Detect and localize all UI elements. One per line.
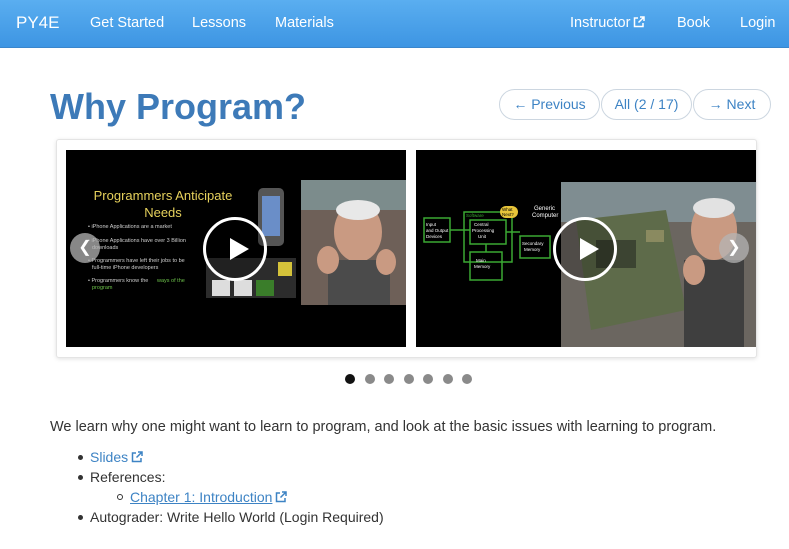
brand-link[interactable]: PY4E: [16, 13, 59, 33]
carousel-dot[interactable]: [462, 374, 472, 384]
carousel-dot[interactable]: [364, 374, 375, 384]
references-label: References:: [90, 469, 166, 485]
nav-book[interactable]: Book: [677, 15, 710, 31]
previous-button[interactable]: ← Previous: [499, 89, 600, 120]
external-link-icon: [276, 491, 288, 503]
bullet: [78, 455, 83, 460]
carousel-dot[interactable]: [442, 374, 453, 384]
slide-1-title-line2: Needs: [144, 205, 182, 220]
video-slide-1[interactable]: Programmers Anticipate Needs • iPhone Ap…: [66, 150, 406, 347]
diagram-software: Software: [466, 213, 484, 218]
nav-get-started[interactable]: Get Started: [90, 15, 164, 31]
slide-1-title-line1: Programmers Anticipate: [94, 188, 233, 203]
svg-text:Memory: Memory: [524, 247, 541, 252]
all-lessons-button[interactable]: All (2 / 17): [601, 89, 692, 120]
svg-text:program: program: [92, 285, 113, 291]
top-navbar: PY4E Get Started Lessons Materials Instr…: [0, 0, 789, 48]
nav-instructor[interactable]: Instructor: [570, 15, 646, 31]
bullet: [78, 475, 83, 480]
svg-text:Unit: Unit: [478, 234, 487, 239]
carousel-prev-arrow[interactable]: ❮: [70, 233, 100, 263]
carousel-pagination: [345, 371, 482, 384]
nav-lessons[interactable]: Lessons: [192, 15, 246, 31]
slides-link[interactable]: Slides: [90, 449, 143, 465]
nav-materials[interactable]: Materials: [275, 15, 334, 31]
external-link-icon: [131, 451, 143, 463]
nav-instructor-label: Instructor: [570, 15, 631, 31]
diagram-main-memory: Main: [476, 258, 486, 263]
play-icon[interactable]: [553, 217, 617, 281]
diagram-input-output: Input: [426, 222, 437, 227]
chapter-1-link[interactable]: Chapter 1: Introduction: [130, 489, 288, 505]
carousel-dot[interactable]: [423, 374, 433, 384]
svg-text:and Output: and Output: [426, 228, 449, 233]
carousel-dot[interactable]: [384, 374, 394, 384]
diagram-generic-computer: Generic: [534, 206, 555, 212]
next-button[interactable]: → Next: [693, 89, 771, 120]
video-slide-2[interactable]: Input and Output Devices Software Centra…: [416, 150, 756, 347]
svg-text:Devices: Devices: [426, 234, 443, 239]
diagram-cpu: Central: [474, 222, 489, 227]
external-link-icon: [634, 16, 646, 28]
slide-1-bullet-2: • iPhone Applications have over 3 Billio…: [88, 238, 186, 244]
carousel-next-arrow[interactable]: ❯: [719, 233, 749, 263]
video-carousel: Programmers Anticipate Needs • iPhone Ap…: [56, 139, 757, 358]
carousel-dot[interactable]: [345, 374, 355, 384]
slide-1-bullet-1: • iPhone Applications are a market: [88, 224, 172, 230]
svg-text:Processing: Processing: [472, 228, 495, 233]
carousel-dot[interactable]: [403, 374, 414, 384]
svg-text:ways of the: ways of the: [156, 278, 185, 284]
bullet: [78, 515, 83, 520]
lesson-description: We learn why one might want to learn to …: [50, 419, 717, 435]
play-icon[interactable]: [203, 217, 267, 281]
nav-login[interactable]: Login: [740, 15, 775, 31]
svg-text:Computer: Computer: [532, 213, 558, 219]
svg-text:full-time iPhone developers: full-time iPhone developers: [92, 265, 159, 271]
diagram-secondary-memory: Secondary: [522, 241, 544, 246]
svg-text:Memory: Memory: [474, 264, 491, 269]
autograder-item: Autograder: Write Hello World (Login Req…: [90, 509, 384, 525]
slide-1-bullet-3: • Programmers have left their jobs to be: [88, 258, 185, 264]
svg-text:Next?: Next?: [502, 212, 514, 217]
page-title: Why Program?: [50, 86, 307, 127]
slide-1-bullet-4: • Programmers know the: [88, 278, 148, 284]
sub-bullet: [117, 494, 123, 500]
